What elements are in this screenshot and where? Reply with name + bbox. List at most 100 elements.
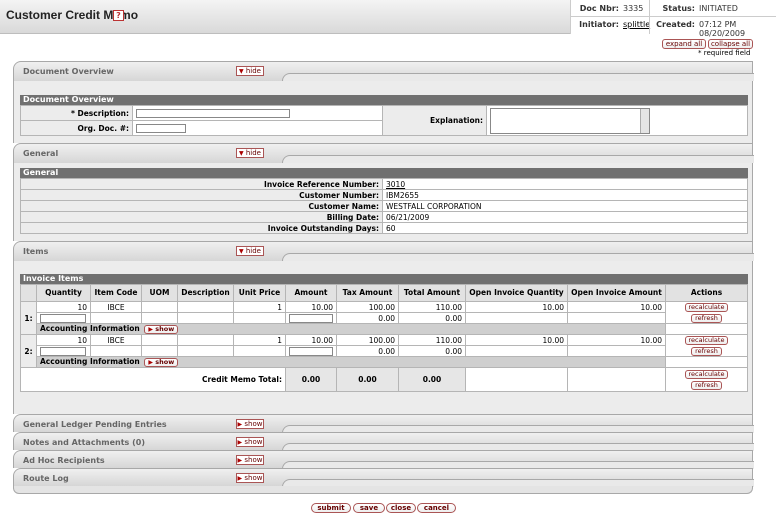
refresh-button[interactable]: refresh <box>691 381 722 390</box>
accounting-row: Accounting Information ▶ show <box>20 323 748 335</box>
customer-name-value: WESTFALL CORPORATION <box>382 200 748 212</box>
show-button[interactable]: ▶ show <box>236 437 264 447</box>
created-value: 07:12 PM 08/20/2009 <box>699 20 746 38</box>
tab-label: Document Overview <box>23 67 114 76</box>
outstanding-days-label: Invoice Outstanding Days: <box>20 222 383 234</box>
table-row-inputs: 0.00 0.00 <box>21 312 748 324</box>
description-label: * Description: <box>20 105 133 121</box>
show-button[interactable]: ▶ show <box>236 473 264 483</box>
tab-label: Route Log <box>23 474 69 483</box>
doc-nbr-label: Doc Nbr: <box>579 4 619 13</box>
show-button[interactable]: ▶ show <box>236 455 264 465</box>
status-value: INITIATED <box>699 4 738 13</box>
expand-all-button[interactable]: expand all <box>662 39 706 49</box>
hide-button[interactable]: ▼ hide <box>236 246 264 256</box>
amount-cell: 10.00 <box>285 334 337 346</box>
explanation-textarea[interactable] <box>490 107 650 134</box>
initiator-link[interactable]: splittle <box>623 20 650 29</box>
tab-document-overview: Document Overview ▼ hide <box>13 61 754 81</box>
arrow-down-icon: ▼ <box>239 68 244 75</box>
column-header: Open Invoice Quantity <box>465 284 568 302</box>
accounting-row: Accounting Information ▶ show <box>20 356 748 368</box>
credit-memo-total-row: Credit Memo Total: 0.00 0.00 0.00 recalc… <box>20 367 748 392</box>
total-amount: 0.00 <box>285 367 337 392</box>
refresh-button[interactable]: refresh <box>691 314 722 323</box>
accounting-label: Accounting Information <box>40 357 140 366</box>
column-header: Total Amount <box>398 284 466 302</box>
open-amount-cell: 10.00 <box>567 301 666 313</box>
tab-label: Items <box>23 247 49 256</box>
arrow-right-icon: ▶ <box>237 439 243 446</box>
org-doc-input[interactable] <box>136 123 186 133</box>
initiator-label: Initiator: <box>579 20 619 29</box>
total-tax: 0.00 <box>336 367 399 392</box>
explanation-label: Explanation: <box>382 105 487 136</box>
general-table: Invoice Reference Number: 3010 Customer N… <box>20 178 748 234</box>
description-input[interactable] <box>136 108 290 118</box>
tab-label: General Ledger Pending Entries <box>23 420 167 429</box>
submit-button[interactable]: submit <box>311 503 351 513</box>
hide-button[interactable]: ▼ hide <box>236 148 264 158</box>
column-header: Description <box>177 284 234 302</box>
scrollbar[interactable] <box>640 108 649 133</box>
unit-price-cell: 1 <box>233 301 286 313</box>
description-cell <box>177 334 234 346</box>
table-row: 2: 10 IBCE 1 10.00 100.00 110.00 10.00 1… <box>20 334 748 368</box>
amount-cell: 10.00 <box>285 301 337 313</box>
tab-edge <box>282 253 754 261</box>
document-overview-table: * Description: Explanation: Org. Doc. #: <box>20 105 748 136</box>
save-button[interactable]: save <box>353 503 385 513</box>
recalculate-button[interactable]: recalculate <box>684 303 729 312</box>
section-heading: Invoice Items <box>20 274 748 284</box>
tab-items: Items ▼ hide <box>13 241 754 261</box>
total-amount-cell: 0.00 <box>398 312 466 324</box>
actions-cell: recalculate refresh <box>665 301 748 324</box>
arrow-down-icon: ▼ <box>239 150 244 157</box>
show-accounting-button[interactable]: ▶ show <box>144 325 179 334</box>
tab-edge <box>282 155 754 163</box>
column-header: Quantity <box>36 284 91 302</box>
document-info-box: Doc Nbr: 3335 Status: INITIATED Initiato… <box>570 0 776 38</box>
required-field-note: * required field <box>698 49 751 57</box>
customer-number-label: Customer Number: <box>20 189 383 201</box>
created-label: Created: <box>656 20 695 29</box>
actions-cell: recalculate refresh <box>665 367 748 392</box>
divider <box>649 0 650 34</box>
item-code-cell: IBCE <box>90 334 142 346</box>
doc-nbr-value: 3335 <box>623 4 644 13</box>
cancel-button[interactable]: cancel <box>417 503 456 513</box>
refresh-button[interactable]: refresh <box>691 347 722 356</box>
open-amount-cell: 10.00 <box>567 334 666 346</box>
tab-label: General <box>23 149 59 158</box>
org-doc-label: Org. Doc. #: <box>20 120 133 136</box>
show-accounting-button[interactable]: ▶ show <box>144 358 179 367</box>
amount-input[interactable] <box>289 346 333 356</box>
tab-adhoc-recipients: Ad Hoc Recipients ▶ show <box>13 450 754 469</box>
column-header: Amount <box>285 284 337 302</box>
recalculate-button[interactable]: recalculate <box>684 370 729 379</box>
recalculate-button[interactable]: recalculate <box>684 336 729 345</box>
arrow-right-icon: ▶ <box>237 421 243 428</box>
tab-edge <box>282 73 754 81</box>
open-qty-cell: 10.00 <box>465 334 568 346</box>
column-header: Open Invoice Amount <box>567 284 666 302</box>
arrow-right-icon: ▶ <box>237 457 243 464</box>
arrow-right-icon: ▶ <box>237 475 243 482</box>
collapse-all-button[interactable]: collapse all <box>708 39 753 49</box>
tax-amount-cell: 0.00 <box>336 312 399 324</box>
tab-label: Ad Hoc Recipients <box>23 456 105 465</box>
show-button[interactable]: ▶ show <box>236 419 264 429</box>
hide-button[interactable]: ▼ hide <box>236 66 264 76</box>
tab-label: Notes and Attachments (0) <box>23 438 145 447</box>
invoice-ref-link[interactable]: 3010 <box>386 180 405 189</box>
close-button[interactable]: close <box>386 503 416 513</box>
quantity-input[interactable] <box>40 313 86 323</box>
amount-input[interactable] <box>289 313 333 323</box>
help-icon[interactable]: ? <box>113 10 124 21</box>
open-qty-cell: 10.00 <box>465 301 568 313</box>
unit-price-cell: 1 <box>233 334 286 346</box>
table-row: 1: 10 IBCE 1 10.00 100.00 110.00 10.00 1… <box>20 301 748 335</box>
quantity-input[interactable] <box>40 346 86 356</box>
credit-memo-total-label: Credit Memo Total: <box>20 367 286 392</box>
quantity-cell: 10 <box>36 334 91 346</box>
